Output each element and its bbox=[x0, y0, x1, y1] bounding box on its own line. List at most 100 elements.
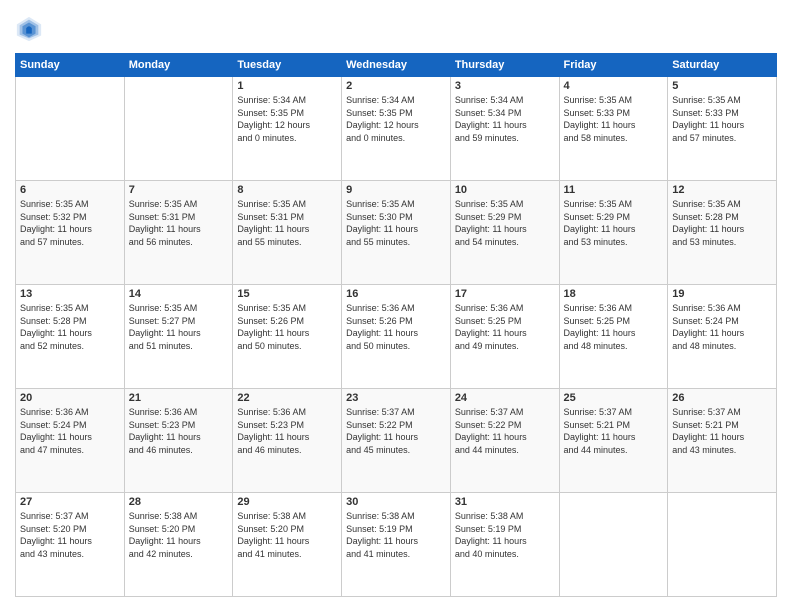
col-monday: Monday bbox=[124, 54, 233, 77]
week-row-5: 27Sunrise: 5:37 AM Sunset: 5:20 PM Dayli… bbox=[16, 493, 777, 597]
day-info: Sunrise: 5:35 AM Sunset: 5:33 PM Dayligh… bbox=[672, 94, 772, 144]
col-thursday: Thursday bbox=[450, 54, 559, 77]
calendar-cell: 18 Sunrise: 5:36 AM Sunset: 5:25 PM Dayli… bbox=[559, 285, 668, 389]
calendar-cell: 4 Sunrise: 5:35 AM Sunset: 5:33 PM Daylig… bbox=[559, 77, 668, 181]
day-number: 23 bbox=[346, 392, 446, 404]
day-info: Sunrise: 5:35 AM Sunset: 5:31 PM Dayligh… bbox=[129, 198, 229, 248]
day-info: Sunrise: 5:35 AM Sunset: 5:27 PM Dayligh… bbox=[129, 302, 229, 352]
day-number: 24 bbox=[455, 392, 555, 404]
col-sunday: Sunday bbox=[16, 54, 125, 77]
day-info: Sunrise: 5:37 AM Sunset: 5:21 PM Dayligh… bbox=[564, 406, 664, 456]
logo bbox=[15, 15, 47, 43]
day-number: 11 bbox=[564, 184, 664, 196]
calendar-cell bbox=[124, 77, 233, 181]
calendar-cell: 25 Sunrise: 5:37 AM Sunset: 5:21 PM Dayli… bbox=[559, 389, 668, 493]
calendar-cell: 2Sunrise: 5:34 AM Sunset: 5:35 PM Daylig… bbox=[342, 77, 451, 181]
day-info: Sunrise: 5:37 AM Sunset: 5:22 PM Dayligh… bbox=[455, 406, 555, 456]
day-number: 4 bbox=[564, 80, 664, 92]
calendar-cell: 19Sunrise: 5:36 AM Sunset: 5:24 PM Dayli… bbox=[668, 285, 777, 389]
calendar-cell: 27Sunrise: 5:37 AM Sunset: 5:20 PM Dayli… bbox=[16, 493, 125, 597]
day-info: Sunrise: 5:38 AM Sunset: 5:20 PM Dayligh… bbox=[129, 510, 229, 560]
day-number: 1 bbox=[237, 80, 337, 92]
col-tuesday: Tuesday bbox=[233, 54, 342, 77]
day-info: Sunrise: 5:38 AM Sunset: 5:19 PM Dayligh… bbox=[455, 510, 555, 560]
col-saturday: Saturday bbox=[668, 54, 777, 77]
calendar-cell: 21 Sunrise: 5:36 AM Sunset: 5:23 PM Dayli… bbox=[124, 389, 233, 493]
calendar-cell: 20 Sunrise: 5:36 AM Sunset: 5:24 PM Dayli… bbox=[16, 389, 125, 493]
day-number: 10 bbox=[455, 184, 555, 196]
calendar-cell: 8Sunrise: 5:35 AM Sunset: 5:31 PM Daylig… bbox=[233, 181, 342, 285]
logo-icon bbox=[15, 15, 43, 43]
day-number: 19 bbox=[672, 288, 772, 300]
day-info: Sunrise: 5:36 AM Sunset: 5:23 PM Dayligh… bbox=[237, 406, 337, 456]
calendar-cell bbox=[16, 77, 125, 181]
day-info: Sunrise: 5:34 AM Sunset: 5:35 PM Dayligh… bbox=[237, 94, 337, 144]
day-info: Sunrise: 5:37 AM Sunset: 5:20 PM Dayligh… bbox=[20, 510, 120, 560]
day-info: Sunrise: 5:38 AM Sunset: 5:19 PM Dayligh… bbox=[346, 510, 446, 560]
day-number: 6 bbox=[20, 184, 120, 196]
week-row-3: 13 Sunrise: 5:35 AM Sunset: 5:28 PM Dayli… bbox=[16, 285, 777, 389]
calendar-cell bbox=[559, 493, 668, 597]
day-info: Sunrise: 5:35 AM Sunset: 5:28 PM Dayligh… bbox=[20, 302, 120, 352]
page: Sunday Monday Tuesday Wednesday Thursday… bbox=[0, 0, 792, 612]
calendar-cell: 11 Sunrise: 5:35 AM Sunset: 5:29 PM Dayli… bbox=[559, 181, 668, 285]
calendar-cell bbox=[668, 493, 777, 597]
week-row-2: 6 Sunrise: 5:35 AM Sunset: 5:32 PM Daylig… bbox=[16, 181, 777, 285]
day-number: 30 bbox=[346, 496, 446, 508]
week-row-1: 1 Sunrise: 5:34 AM Sunset: 5:35 PM Daylig… bbox=[16, 77, 777, 181]
calendar-cell: 23 Sunrise: 5:37 AM Sunset: 5:22 PM Dayli… bbox=[342, 389, 451, 493]
day-info: Sunrise: 5:35 AM Sunset: 5:28 PM Dayligh… bbox=[672, 198, 772, 248]
day-number: 18 bbox=[564, 288, 664, 300]
calendar-cell: 17Sunrise: 5:36 AM Sunset: 5:25 PM Dayli… bbox=[450, 285, 559, 389]
calendar-cell: 15Sunrise: 5:35 AM Sunset: 5:26 PM Dayli… bbox=[233, 285, 342, 389]
day-number: 2 bbox=[346, 80, 446, 92]
day-number: 12 bbox=[672, 184, 772, 196]
day-number: 3 bbox=[455, 80, 555, 92]
calendar-cell: 6 Sunrise: 5:35 AM Sunset: 5:32 PM Daylig… bbox=[16, 181, 125, 285]
calendar-cell: 7 Sunrise: 5:35 AM Sunset: 5:31 PM Daylig… bbox=[124, 181, 233, 285]
day-info: Sunrise: 5:38 AM Sunset: 5:20 PM Dayligh… bbox=[237, 510, 337, 560]
day-number: 16 bbox=[346, 288, 446, 300]
calendar-cell: 9 Sunrise: 5:35 AM Sunset: 5:30 PM Daylig… bbox=[342, 181, 451, 285]
day-number: 29 bbox=[237, 496, 337, 508]
calendar-cell: 1 Sunrise: 5:34 AM Sunset: 5:35 PM Daylig… bbox=[233, 77, 342, 181]
day-info: Sunrise: 5:37 AM Sunset: 5:22 PM Dayligh… bbox=[346, 406, 446, 456]
col-friday: Friday bbox=[559, 54, 668, 77]
calendar-cell: 16 Sunrise: 5:36 AM Sunset: 5:26 PM Dayli… bbox=[342, 285, 451, 389]
calendar-cell: 12 Sunrise: 5:35 AM Sunset: 5:28 PM Dayli… bbox=[668, 181, 777, 285]
calendar-table: Sunday Monday Tuesday Wednesday Thursday… bbox=[15, 53, 777, 597]
day-number: 28 bbox=[129, 496, 229, 508]
day-info: Sunrise: 5:35 AM Sunset: 5:31 PM Dayligh… bbox=[237, 198, 337, 248]
day-info: Sunrise: 5:35 AM Sunset: 5:32 PM Dayligh… bbox=[20, 198, 120, 248]
day-info: Sunrise: 5:34 AM Sunset: 5:34 PM Dayligh… bbox=[455, 94, 555, 144]
day-info: Sunrise: 5:36 AM Sunset: 5:26 PM Dayligh… bbox=[346, 302, 446, 352]
day-info: Sunrise: 5:35 AM Sunset: 5:33 PM Dayligh… bbox=[564, 94, 664, 144]
day-info: Sunrise: 5:35 AM Sunset: 5:26 PM Dayligh… bbox=[237, 302, 337, 352]
day-number: 21 bbox=[129, 392, 229, 404]
calendar-cell: 5Sunrise: 5:35 AM Sunset: 5:33 PM Daylig… bbox=[668, 77, 777, 181]
calendar-cell: 31 Sunrise: 5:38 AM Sunset: 5:19 PM Dayli… bbox=[450, 493, 559, 597]
day-info: Sunrise: 5:35 AM Sunset: 5:29 PM Dayligh… bbox=[564, 198, 664, 248]
day-info: Sunrise: 5:36 AM Sunset: 5:23 PM Dayligh… bbox=[129, 406, 229, 456]
calendar-cell: 22 Sunrise: 5:36 AM Sunset: 5:23 PM Dayli… bbox=[233, 389, 342, 493]
calendar-cell: 24 Sunrise: 5:37 AM Sunset: 5:22 PM Dayli… bbox=[450, 389, 559, 493]
calendar-cell: 13 Sunrise: 5:35 AM Sunset: 5:28 PM Dayli… bbox=[16, 285, 125, 389]
day-info: Sunrise: 5:36 AM Sunset: 5:24 PM Dayligh… bbox=[20, 406, 120, 456]
day-number: 22 bbox=[237, 392, 337, 404]
day-info: Sunrise: 5:35 AM Sunset: 5:30 PM Dayligh… bbox=[346, 198, 446, 248]
week-row-4: 20 Sunrise: 5:36 AM Sunset: 5:24 PM Dayli… bbox=[16, 389, 777, 493]
day-info: Sunrise: 5:35 AM Sunset: 5:29 PM Dayligh… bbox=[455, 198, 555, 248]
col-wednesday: Wednesday bbox=[342, 54, 451, 77]
day-number: 31 bbox=[455, 496, 555, 508]
calendar-cell: 3 Sunrise: 5:34 AM Sunset: 5:34 PM Daylig… bbox=[450, 77, 559, 181]
day-number: 7 bbox=[129, 184, 229, 196]
day-number: 20 bbox=[20, 392, 120, 404]
day-number: 13 bbox=[20, 288, 120, 300]
day-number: 9 bbox=[346, 184, 446, 196]
day-info: Sunrise: 5:36 AM Sunset: 5:25 PM Dayligh… bbox=[564, 302, 664, 352]
day-number: 14 bbox=[129, 288, 229, 300]
calendar-cell: 29 Sunrise: 5:38 AM Sunset: 5:20 PM Dayli… bbox=[233, 493, 342, 597]
day-info: Sunrise: 5:36 AM Sunset: 5:25 PM Dayligh… bbox=[455, 302, 555, 352]
header bbox=[15, 15, 777, 43]
day-number: 25 bbox=[564, 392, 664, 404]
